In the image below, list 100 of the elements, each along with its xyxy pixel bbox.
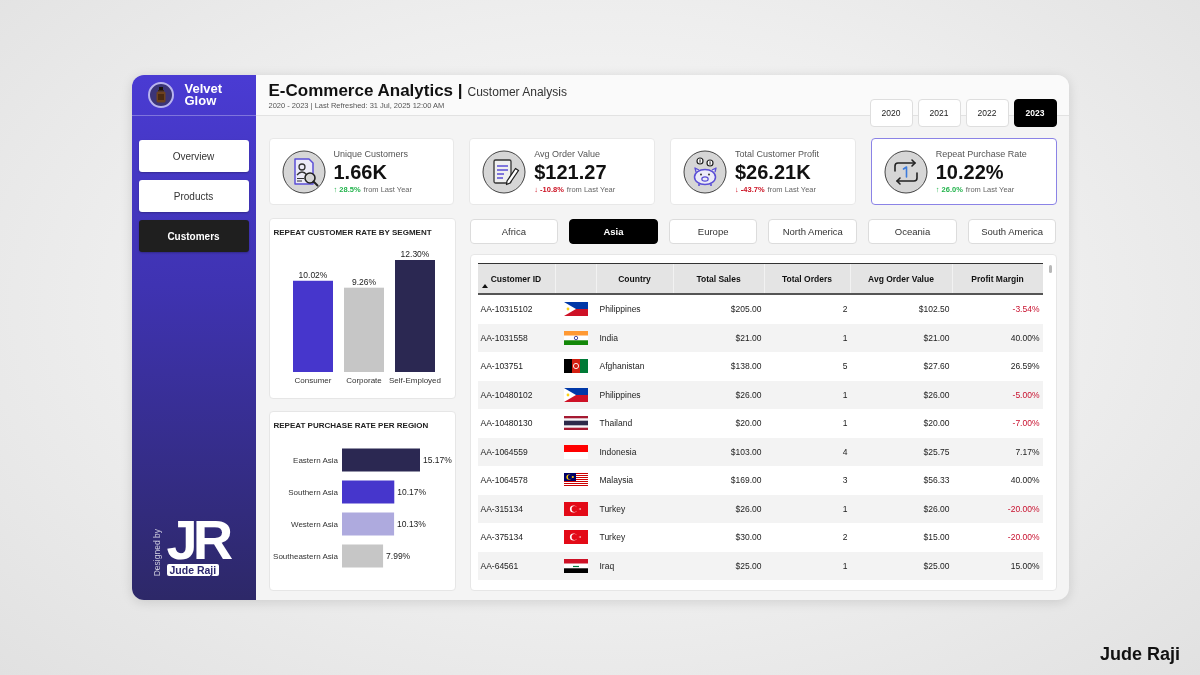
table-cell-text: $25.75 bbox=[923, 446, 951, 457]
kpi-label: Total Customer Profit bbox=[735, 148, 820, 160]
nav-button[interactable]: Products bbox=[138, 180, 249, 212]
table-cell-text: $26.00 bbox=[923, 389, 951, 400]
category-label: Southeastern Asia bbox=[272, 551, 338, 561]
year-button[interactable]: 2020 bbox=[869, 99, 913, 127]
perfume-bottle-logo-icon bbox=[147, 82, 174, 108]
table-cell-text: $15.00 bbox=[923, 532, 951, 543]
chart-title: REPEAT CUSTOMER RATE BY SEGMENT bbox=[273, 228, 432, 238]
table-cell-text: $26.00 bbox=[923, 503, 951, 514]
region-tab[interactable]: Africa bbox=[469, 219, 559, 244]
table-cell-text: $27.60 bbox=[923, 361, 951, 372]
kpi-label: Unique Customers bbox=[333, 148, 410, 160]
column-header[interactable]: Profit Margin bbox=[971, 273, 1024, 284]
category-label: Western Asia bbox=[290, 519, 338, 529]
region-tab[interactable]: Oceania bbox=[868, 219, 957, 244]
chart-title: REPEAT PURCHASE RATE PER REGION bbox=[273, 420, 429, 431]
region-tab[interactable]: Europe bbox=[668, 219, 758, 244]
table-cell-text: $56.33 bbox=[923, 475, 951, 486]
flag-icon bbox=[564, 444, 588, 459]
year-button[interactable]: 2023 bbox=[1013, 99, 1057, 127]
page-name: Customer Analysis bbox=[467, 85, 567, 99]
table-cell-text: $20.00 bbox=[735, 418, 763, 429]
flag-icon bbox=[564, 473, 588, 488]
bar bbox=[341, 544, 383, 567]
table-cell-text: Turkey bbox=[598, 532, 626, 543]
table-cell-text: $21.00 bbox=[923, 332, 951, 343]
table-cell-text: 3 bbox=[842, 475, 849, 486]
value-label: 10.13% bbox=[396, 518, 426, 529]
region-tab[interactable]: South America bbox=[967, 219, 1057, 244]
table-cell-text: AA-64561 bbox=[479, 560, 519, 571]
nav-button[interactable]: Overview bbox=[138, 140, 249, 172]
table-cell-text: Indonesia bbox=[598, 446, 637, 457]
sort-ascending-icon[interactable] bbox=[481, 284, 488, 288]
column-header[interactable]: Total Sales bbox=[696, 273, 741, 284]
table-cell-text: Thailand bbox=[598, 418, 633, 429]
flag-icon bbox=[564, 359, 588, 374]
table-cell-text: AA-10480102 bbox=[479, 389, 533, 400]
table-cell-text: AA-1064578 bbox=[479, 475, 528, 486]
table-cell-text: $30.00 bbox=[735, 532, 763, 543]
nav-button[interactable]: Customers bbox=[138, 220, 249, 252]
table-cell-text: $26.00 bbox=[735, 503, 763, 514]
table-cell-text: -5.00% bbox=[1012, 389, 1041, 400]
table-cell-text: AA-10480130 bbox=[479, 418, 533, 429]
table-cell-text: Philippines bbox=[598, 389, 641, 400]
region-tab[interactable]: North America bbox=[768, 219, 858, 244]
value-label: 15.17% bbox=[422, 454, 452, 465]
flag-icon bbox=[564, 501, 588, 516]
table-cell-text: -3.54% bbox=[1012, 304, 1041, 315]
table-cell-text: Malaysia bbox=[598, 475, 634, 486]
table-cell-text: AA-375134 bbox=[479, 532, 524, 543]
category-label: Southern Asia bbox=[287, 487, 338, 497]
kpi-label: Repeat Purchase Rate bbox=[935, 148, 1027, 160]
table-cell-text: 40.00% bbox=[1010, 475, 1041, 486]
column-header[interactable]: Avg Order Value bbox=[868, 273, 934, 284]
table-cell-text: 1 bbox=[842, 418, 849, 429]
table-cell-text: AA-10315102 bbox=[479, 304, 533, 315]
table-cell-text: 4 bbox=[842, 446, 849, 457]
repeat-one-icon bbox=[883, 149, 928, 194]
flag-icon bbox=[564, 530, 588, 545]
table-cell-text: $20.00 bbox=[923, 418, 951, 429]
table-cell-text: 1 bbox=[842, 560, 849, 571]
table-cell-text: 26.59% bbox=[1010, 361, 1041, 372]
table-cell-text: $26.00 bbox=[735, 389, 763, 400]
table-cell-text: $25.00 bbox=[735, 560, 763, 571]
region-tab[interactable]: Asia bbox=[569, 219, 658, 244]
table-cell-text: 40.00% bbox=[1010, 332, 1041, 343]
table-cell-text: $103.00 bbox=[730, 446, 763, 457]
table-cell-text: AA-103751 bbox=[479, 361, 524, 372]
brand-name: Velvet Glow bbox=[184, 83, 224, 107]
table-cell-text: Iraq bbox=[598, 560, 615, 571]
table-cell-text: $169.00 bbox=[730, 475, 763, 486]
table-cell-text: 1 bbox=[842, 503, 849, 514]
kpi-label: Avg Order Value bbox=[534, 148, 601, 160]
designer-name: Jude Raji bbox=[166, 564, 220, 576]
scrollbar-thumb[interactable] bbox=[1049, 265, 1052, 273]
year-button[interactable]: 2022 bbox=[965, 99, 1009, 127]
category-label: Eastern Asia bbox=[292, 455, 338, 465]
table-cell-text: 2 bbox=[842, 304, 849, 315]
column-header[interactable]: Total Orders bbox=[782, 273, 832, 284]
value-label: 9.26% bbox=[351, 276, 376, 287]
table-cell-text: 2 bbox=[842, 532, 849, 543]
table-cell-text: $205.00 bbox=[730, 304, 763, 315]
bar bbox=[341, 480, 394, 503]
column-header[interactable]: Country bbox=[618, 273, 651, 284]
author-signature: Jude Raji bbox=[1099, 643, 1180, 665]
table-cell-text: AA-1031558 bbox=[479, 332, 528, 343]
table-cell-text: Turkey bbox=[598, 503, 626, 514]
category-label: Consumer bbox=[294, 376, 331, 385]
column-header[interactable]: Customer ID bbox=[490, 273, 542, 284]
year-button[interactable]: 2021 bbox=[917, 99, 961, 127]
dashboard-title: E-Commerce Analytics | bbox=[268, 80, 463, 101]
table-cell-text: -7.00% bbox=[1012, 418, 1041, 429]
value-label: 7.99% bbox=[385, 550, 410, 561]
table-cell-text: 5 bbox=[842, 361, 849, 372]
value-label: 12.30% bbox=[400, 249, 429, 259]
category-label: Self-Employed bbox=[388, 376, 441, 385]
table-cell-text: AA-315134 bbox=[479, 503, 524, 514]
table-cell-text: AA-1064559 bbox=[479, 446, 528, 457]
id-card-search-icon bbox=[281, 149, 326, 194]
